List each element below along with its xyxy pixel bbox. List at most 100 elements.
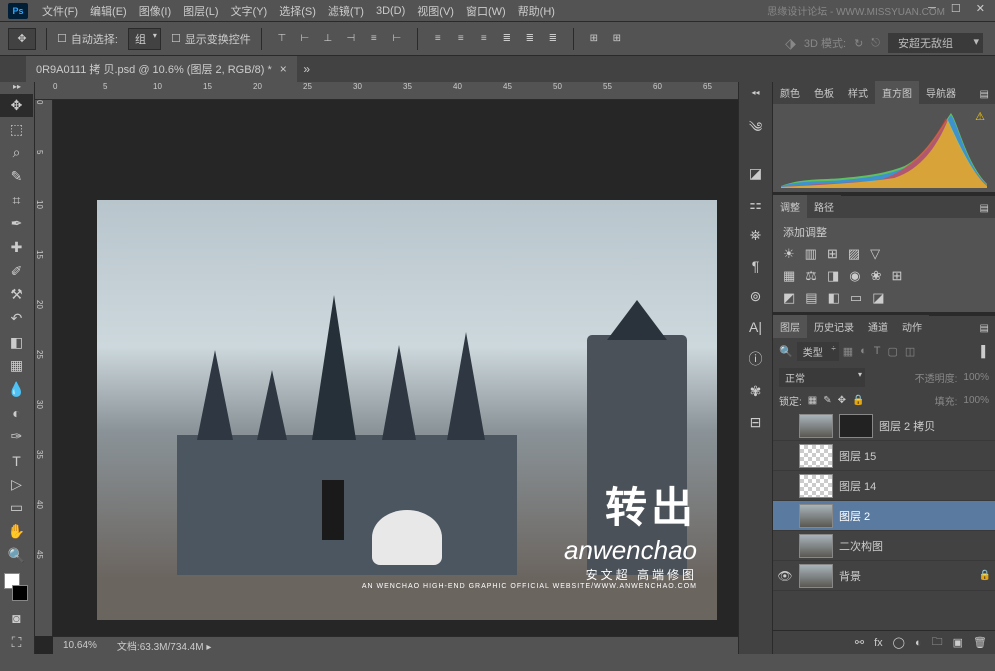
close-icon[interactable]: ✕	[976, 2, 985, 15]
eraser-tool[interactable]: ◧	[0, 330, 33, 354]
path-select-tool[interactable]: ▷	[0, 472, 33, 496]
arrange-icon[interactable]: ⛯	[750, 227, 761, 244]
arrange-2-icon[interactable]: ⊞	[607, 30, 627, 48]
clone-icon[interactable]: ⚏	[749, 196, 762, 213]
layer-visibility-icon[interactable]: 👁	[777, 569, 793, 583]
menu-image[interactable]: 图像(I)	[133, 0, 177, 22]
opacity-value[interactable]: 100%	[963, 372, 989, 383]
dist-3-icon[interactable]: ≡	[474, 30, 494, 48]
quickmask-tool[interactable]: ◙	[0, 607, 33, 631]
adj-layer-icon[interactable]: ◐	[915, 637, 922, 649]
document-tab[interactable]: 0R9A0111 拷 贝.psd @ 10.6% (图层 2, RGB/8) *…	[26, 56, 297, 82]
filter-shape-icon[interactable]: ▢	[888, 345, 898, 358]
tab-layers[interactable]: 图层	[773, 315, 807, 338]
filter-pixel-icon[interactable]: ▦	[843, 345, 853, 358]
maximize-icon[interactable]: ☐	[951, 2, 961, 15]
warning-icon[interactable]: ⚠	[975, 110, 985, 123]
quick-select-tool[interactable]: ✎	[0, 165, 33, 189]
dist-6-icon[interactable]: ≣	[543, 30, 563, 48]
lock-all-icon[interactable]: 🔒	[852, 395, 864, 406]
auto-select-checkbox[interactable]: ☐ 自动选择:	[57, 31, 118, 47]
collapse-tools-icon[interactable]: ▸▸	[0, 82, 34, 94]
lookup-icon[interactable]: ⊞	[892, 268, 903, 284]
crop-tool[interactable]: ⌗	[0, 188, 33, 212]
gradient-tool[interactable]: ▦	[0, 354, 33, 378]
balance-icon[interactable]: ⚖	[805, 268, 817, 284]
checkbox-icon[interactable]: ☐	[171, 32, 181, 45]
menu-text[interactable]: 文字(Y)	[225, 0, 274, 22]
marquee-tool[interactable]: ⬚	[0, 117, 33, 141]
layer-name[interactable]: 图层 14	[839, 478, 876, 494]
layer-name[interactable]: 图层 15	[839, 448, 876, 464]
threeD-camera-icon[interactable]: ⎋	[871, 37, 880, 50]
align-top-icon[interactable]: ⊤	[272, 30, 292, 48]
menu-layer[interactable]: 图层(L)	[177, 0, 224, 22]
threshold-icon[interactable]: ◧	[828, 290, 840, 306]
character-icon[interactable]: A|	[749, 319, 762, 335]
layer-name[interactable]: 背景	[839, 568, 861, 584]
layer-list[interactable]: 图层 2 拷贝图层 15图层 14图层 2二次构图👁背景🔒	[773, 411, 995, 630]
curves-icon[interactable]: ⊞	[827, 246, 838, 262]
new-layer-icon[interactable]: ▣	[953, 636, 963, 649]
layer-item[interactable]: 图层 14	[773, 471, 995, 501]
close-tab-icon[interactable]: ×	[280, 62, 287, 76]
filter-smart-icon[interactable]: ◫	[905, 345, 915, 358]
pen-tool[interactable]: ✑	[0, 425, 33, 449]
layer-mask-thumbnail[interactable]	[839, 414, 873, 438]
menu-select[interactable]: 选择(S)	[273, 0, 322, 22]
align-left-icon[interactable]: ⊣	[341, 30, 361, 48]
tab-actions[interactable]: 动作	[895, 315, 929, 338]
panel-menu-icon[interactable]: ▤	[974, 199, 995, 218]
tab-navigator[interactable]: 导航器	[919, 81, 963, 104]
layer-item[interactable]: 二次构图	[773, 531, 995, 561]
color-swatch[interactable]	[4, 573, 30, 601]
tab-color[interactable]: 颜色	[773, 81, 807, 104]
move-tool-indicator[interactable]: ✥	[8, 28, 36, 50]
selective-icon[interactable]: ◪	[872, 290, 884, 306]
layer-thumbnail[interactable]	[799, 414, 833, 438]
measure-icon[interactable]: ⊟	[750, 414, 762, 431]
search-icon[interactable]: 🔍	[779, 345, 793, 358]
tab-styles[interactable]: 样式	[841, 81, 875, 104]
tab-paths[interactable]: 路径	[807, 195, 841, 218]
group-icon[interactable]: 🗀	[932, 633, 943, 652]
layer-thumbnail[interactable]	[799, 534, 833, 558]
layer-item[interactable]: 图层 2	[773, 501, 995, 531]
fill-value[interactable]: 100%	[963, 395, 989, 406]
menu-3d[interactable]: 3D(D)	[370, 2, 411, 20]
zoom-tool[interactable]: 🔍	[0, 543, 33, 567]
lasso-tool[interactable]: ⌕	[0, 141, 33, 165]
vibrance-icon[interactable]: ▽	[870, 246, 880, 262]
canvas-area[interactable]: 0510152025303540455055606570 05101520253…	[35, 82, 738, 654]
filter-text-icon[interactable]: T	[874, 345, 881, 358]
filter-adj-icon[interactable]: ◐	[860, 345, 867, 358]
panel-menu-icon[interactable]: ▤	[974, 319, 995, 338]
dodge-tool[interactable]: ◐	[0, 401, 33, 425]
lock-pixels-icon[interactable]: ▦	[808, 395, 817, 406]
levels-icon[interactable]: ▥	[805, 246, 817, 262]
filter-type-select[interactable]: 类型	[797, 342, 839, 361]
menu-file[interactable]: 文件(F)	[36, 0, 84, 22]
menu-view[interactable]: 视图(V)	[411, 0, 460, 22]
align-vcenter-icon[interactable]: ⊢	[295, 30, 315, 48]
healing-tool[interactable]: ✚	[0, 236, 33, 260]
checkbox-icon[interactable]: ☐	[57, 32, 67, 45]
show-transform-checkbox[interactable]: ☐ 显示变换控件	[171, 31, 251, 47]
background-color[interactable]	[12, 585, 28, 601]
minimize-icon[interactable]: ─	[928, 2, 936, 15]
layer-item[interactable]: 图层 2 拷贝	[773, 411, 995, 441]
canvas-image[interactable]: 转出 anwenchao 安文超 高端修图 AN WENCHAO HIGH-EN…	[97, 200, 717, 620]
move-tool[interactable]: ✥	[0, 94, 33, 118]
mixer-icon[interactable]: ❀	[871, 268, 882, 284]
text-tool[interactable]: T	[0, 449, 33, 473]
align-right-icon[interactable]: ⊢	[387, 30, 407, 48]
menu-filter[interactable]: 滤镜(T)	[322, 0, 370, 22]
brush-tool[interactable]: ✐	[0, 259, 33, 283]
auto-select-target[interactable]: 组	[128, 28, 161, 50]
tab-histogram[interactable]: 直方图	[875, 81, 919, 104]
tab-history[interactable]: 历史记录	[807, 315, 861, 338]
layer-thumbnail[interactable]	[799, 564, 833, 588]
layer-name[interactable]: 图层 2 拷贝	[879, 418, 935, 434]
blend-mode-select[interactable]: 正常	[779, 368, 865, 387]
menu-help[interactable]: 帮助(H)	[512, 0, 561, 22]
